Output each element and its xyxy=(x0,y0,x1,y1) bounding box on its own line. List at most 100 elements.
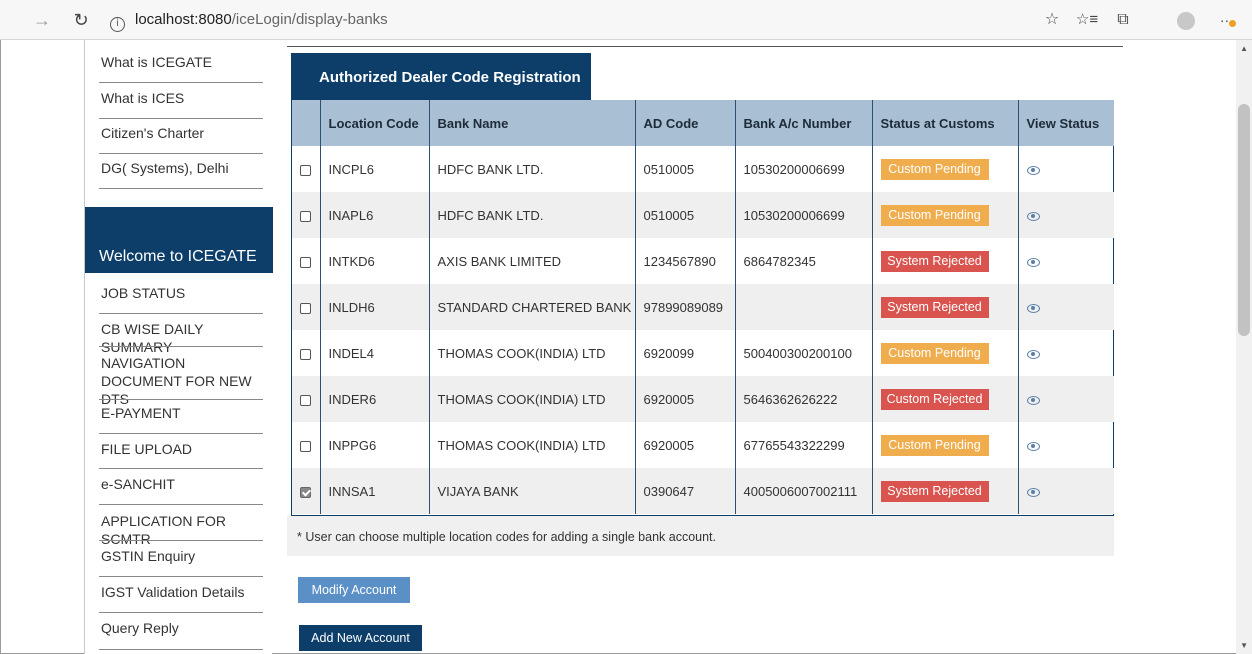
more-icon[interactable]: ·· xyxy=(1216,8,1240,32)
select-cell xyxy=(292,330,321,376)
table-row: INAPL6 HDFC BANK LTD. 0510005 1053020000669… xyxy=(292,192,1114,238)
row-select-checkbox[interactable] xyxy=(300,256,312,268)
status-cell: System Rejected xyxy=(872,284,1019,330)
table-row: INLDH6 STANDARD CHARTERED BANK 97899089089… xyxy=(292,284,1114,330)
view-status-cell xyxy=(1018,330,1114,376)
location-code-cell: INLDH6 xyxy=(320,284,430,330)
sidebar-divider xyxy=(99,576,263,577)
avatar-icon[interactable] xyxy=(1174,8,1198,32)
ad-code-cell: 0390647 xyxy=(635,468,736,514)
section-divider xyxy=(287,46,1123,47)
url-path: /iceLogin/display-banks xyxy=(231,11,388,28)
sidebar-link-dg-systems[interactable]: DG( Systems), Delhi xyxy=(101,159,229,177)
multi-location-note: * User can choose multiple location code… xyxy=(287,516,1114,556)
select-cell xyxy=(292,284,321,330)
refresh-icon[interactable]: ↻ xyxy=(69,8,93,32)
view-status-cell xyxy=(1018,468,1114,514)
ad-code-cell: 0510005 xyxy=(635,192,736,238)
ad-code-cell: 97899089089 xyxy=(635,284,736,330)
row-select-checkbox[interactable] xyxy=(300,302,312,314)
sidebar-divider xyxy=(99,346,263,347)
select-cell xyxy=(292,192,321,238)
eye-icon[interactable] xyxy=(1026,257,1040,267)
eye-icon[interactable] xyxy=(1026,211,1040,221)
account-number-cell: 4005006007002111 xyxy=(735,468,873,514)
view-status-cell xyxy=(1018,422,1114,468)
favorites-icon[interactable]: ☆≡ xyxy=(1075,8,1099,32)
sidebar-link-what-is-icegate[interactable]: What is ICEGATE xyxy=(101,53,212,71)
eye-icon[interactable] xyxy=(1026,395,1040,405)
browser-toolbar: → ↻ i localhost:8080/iceLogin/display-ban… xyxy=(0,0,1252,40)
status-cell: System Rejected xyxy=(872,468,1019,514)
collections-icon[interactable]: ⧉ xyxy=(1111,8,1135,32)
view-status-cell xyxy=(1018,376,1114,422)
table-row: INDER6 THOMAS COOK(INDIA) LTD 6920005 56463… xyxy=(292,376,1114,422)
modify-account-button[interactable]: Modify Account xyxy=(298,577,410,603)
bank-name-cell: THOMAS COOK(INDIA) LTD xyxy=(429,422,636,468)
sidebar-divider xyxy=(99,504,263,505)
bank-name-cell: THOMAS COOK(INDIA) LTD xyxy=(429,376,636,422)
sidebar-item-cb-wise-summary[interactable]: CB WISE DAILY SUMMARY xyxy=(101,320,272,356)
sidebar-item-application-scmtr[interactable]: APPLICATION FOR SCMTR xyxy=(101,512,272,548)
bank-name-cell: HDFC BANK LTD. xyxy=(429,146,636,192)
sidebar-link-what-is-ices[interactable]: What is ICES xyxy=(101,89,184,107)
column-header: Status at Customs xyxy=(872,100,1019,146)
bank-name-cell: THOMAS COOK(INDIA) LTD xyxy=(429,330,636,376)
location-code-cell: INTKD6 xyxy=(320,238,430,284)
star-icon[interactable]: ☆ xyxy=(1040,8,1064,32)
sidebar-item-query-reply[interactable]: Query Reply xyxy=(101,619,179,637)
column-header: AD Code xyxy=(635,100,736,146)
location-code-cell: INDER6 xyxy=(320,376,430,422)
sidebar-item-e-payment[interactable]: E-PAYMENT xyxy=(101,404,181,422)
eye-icon[interactable] xyxy=(1026,487,1040,497)
scroll-down-icon[interactable]: ▼ xyxy=(1240,641,1248,650)
sidebar-link-citizens-charter[interactable]: Citizen's Charter xyxy=(101,124,204,142)
row-select-checkbox[interactable] xyxy=(300,210,312,222)
row-select-checkbox[interactable] xyxy=(300,348,312,360)
tab-authorized-dealer-code[interactable]: Authorized Dealer Code Registration xyxy=(291,53,591,100)
scroll-up-icon[interactable]: ▲ xyxy=(1240,44,1248,53)
ad-code-cell: 6920005 xyxy=(635,422,736,468)
account-number-cell: 10530200006699 xyxy=(735,146,873,192)
eye-icon[interactable] xyxy=(1026,165,1040,175)
address-bar[interactable]: i localhost:8080/iceLogin/display-banks xyxy=(110,8,388,32)
row-select-checkbox[interactable] xyxy=(300,394,312,406)
eye-icon[interactable] xyxy=(1026,441,1040,451)
table-row: INTKD6 AXIS BANK LIMITED 1234567890 6864782… xyxy=(292,238,1114,284)
location-code-cell: INPPG6 xyxy=(320,422,430,468)
add-new-account-button[interactable]: Add New Account xyxy=(299,625,422,651)
sidebar-item-job-status[interactable]: JOB STATUS xyxy=(101,284,185,302)
status-badge: System Rejected xyxy=(880,296,989,318)
sidebar-item-gstin-enquiry[interactable]: GSTIN Enquiry xyxy=(101,547,195,565)
status-cell: Custom Pending xyxy=(872,192,1019,238)
status-badge: System Rejected xyxy=(880,250,989,272)
select-column-header xyxy=(292,100,321,146)
column-header: View Status xyxy=(1018,100,1114,146)
eye-icon[interactable] xyxy=(1026,303,1040,313)
row-select-checkbox[interactable] xyxy=(300,164,312,176)
forward-icon[interactable]: → xyxy=(30,8,54,32)
sidebar-divider xyxy=(99,399,263,400)
view-status-cell xyxy=(1018,146,1114,192)
eye-icon[interactable] xyxy=(1026,349,1040,359)
url-host: localhost:8080 xyxy=(135,11,232,28)
row-select-checkbox[interactable] xyxy=(300,486,312,498)
bank-name-cell: VIJAYA BANK xyxy=(429,468,636,514)
column-header: Bank Name xyxy=(429,100,636,146)
ad-code-cell: 1234567890 xyxy=(635,238,736,284)
row-select-checkbox[interactable] xyxy=(300,440,312,452)
view-status-cell xyxy=(1018,192,1114,238)
info-icon[interactable]: i xyxy=(110,17,125,32)
account-number-cell: 67765543322299 xyxy=(735,422,873,468)
select-cell xyxy=(292,146,321,192)
account-number-cell xyxy=(735,284,873,330)
scrollbar-thumb[interactable] xyxy=(1238,104,1250,336)
sidebar-item-igst-validation[interactable]: IGST Validation Details xyxy=(101,583,244,601)
sidebar-item-file-upload[interactable]: FILE UPLOAD xyxy=(101,440,192,458)
location-code-cell: INNSA1 xyxy=(320,468,430,514)
sidebar-divider xyxy=(99,612,263,613)
sidebar-item-e-sanchit[interactable]: e-SANCHIT xyxy=(101,475,175,493)
account-number-cell: 6864782345 xyxy=(735,238,873,284)
location-code-cell: INCPL6 xyxy=(320,146,430,192)
location-code-cell: INDEL4 xyxy=(320,330,430,376)
